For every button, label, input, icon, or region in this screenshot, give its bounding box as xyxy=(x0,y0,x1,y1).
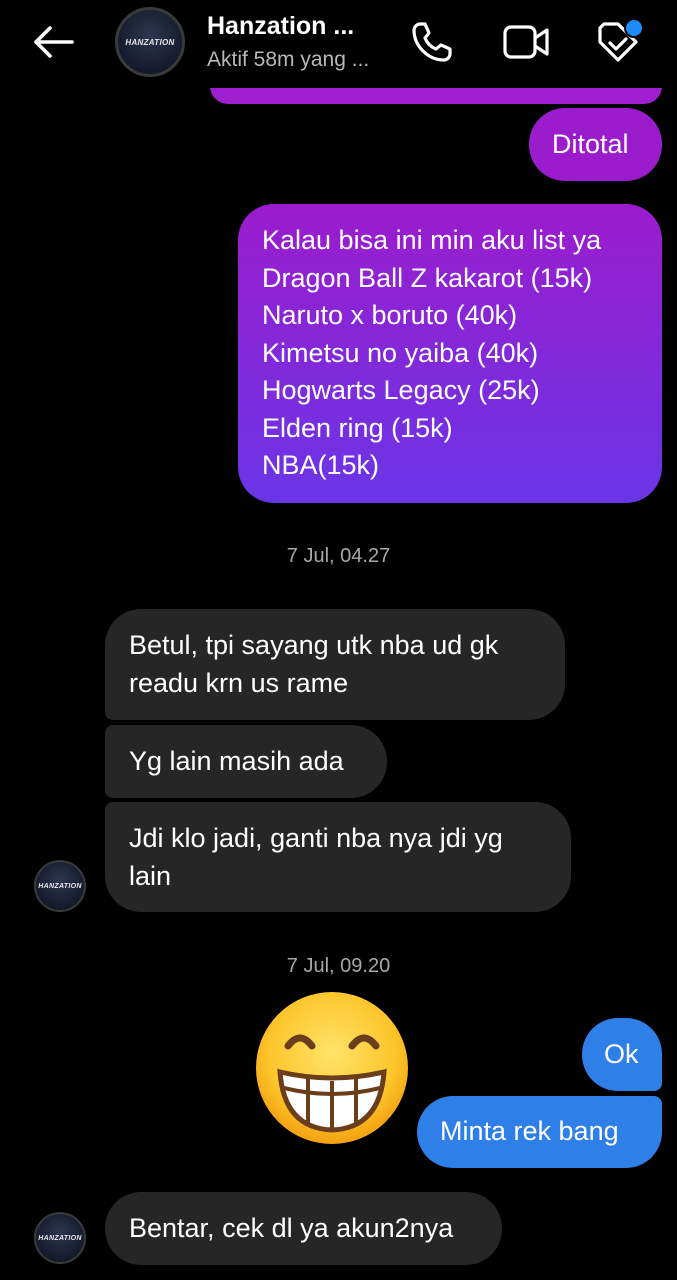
message-received[interactable]: Bentar, cek dl ya akun2nya xyxy=(105,1192,502,1265)
message-sent-list[interactable]: Kalau bisa ini min aku list ya Dragon Ba… xyxy=(238,204,662,503)
activity-status: Aktif 58m yang ... xyxy=(207,48,370,71)
chat-screen: HANZATION Hanzation ... Aktif 58m yang .… xyxy=(0,0,677,1280)
message-received[interactable]: Yg lain masih ada xyxy=(105,725,387,798)
video-camera-icon[interactable] xyxy=(502,18,550,66)
grinning-face-emoji[interactable] xyxy=(252,988,412,1148)
unread-dot xyxy=(624,18,644,38)
message-sent-ditotal[interactable]: Ditotal xyxy=(529,108,662,181)
timestamp: 7 Jul, 09.20 xyxy=(286,955,391,977)
sender-avatar[interactable]: HANZATION xyxy=(34,1212,86,1264)
message-sent-ok[interactable]: Ok xyxy=(582,1018,662,1091)
timestamp: 7 Jul, 04.27 xyxy=(286,545,391,567)
back-arrow-icon[interactable] xyxy=(28,22,78,62)
sender-avatar[interactable]: HANZATION xyxy=(34,860,86,912)
message-received[interactable]: Jdi klo jadi, ganti nba nya jdi yg lain xyxy=(105,802,571,912)
phone-icon[interactable] xyxy=(408,18,456,66)
message-sent-minta-rek[interactable]: Minta rek bang xyxy=(417,1096,662,1168)
chat-header: HANZATION Hanzation ... Aktif 58m yang .… xyxy=(0,0,677,88)
message-received[interactable]: Betul, tpi sayang utk nba ud gk readu kr… xyxy=(105,609,565,720)
contact-name[interactable]: Hanzation ... xyxy=(207,12,354,41)
contact-avatar[interactable]: HANZATION xyxy=(115,7,185,77)
